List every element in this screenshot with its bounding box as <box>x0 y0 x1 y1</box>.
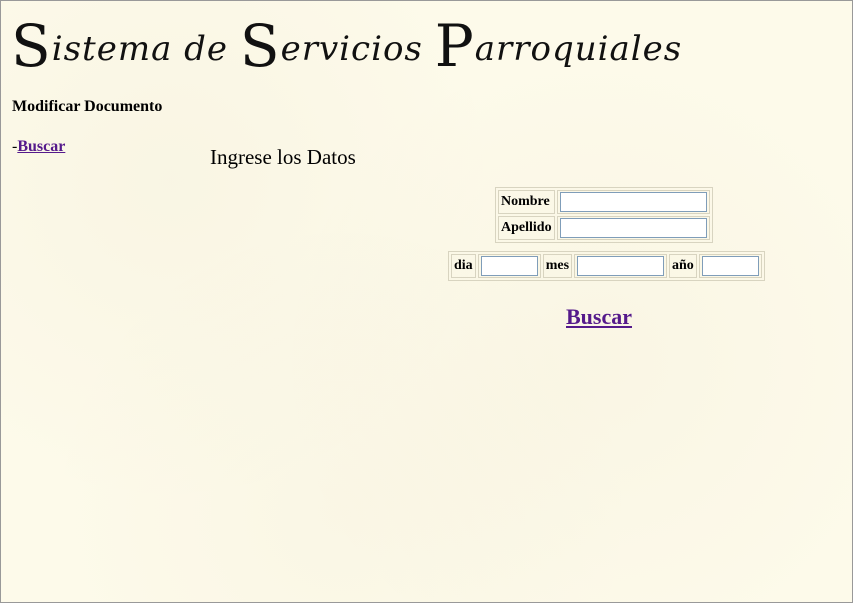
date-form-table: dia mes año <box>448 251 765 281</box>
year-input[interactable] <box>701 256 759 276</box>
name-row: Nombre <box>498 190 710 214</box>
form-heading: Ingrese los Datos <box>210 145 356 169</box>
site-title-part-1: Sistema de <box>11 12 240 80</box>
name-input[interactable] <box>559 192 707 212</box>
month-input[interactable] <box>577 256 665 276</box>
name-form-table: Nombre Apellido <box>495 187 713 243</box>
month-label: mes <box>542 254 573 278</box>
year-label: año <box>669 254 697 278</box>
surname-input[interactable] <box>559 218 707 238</box>
surname-row: Apellido <box>498 216 710 240</box>
day-input[interactable] <box>480 256 538 276</box>
surname-label: Apellido <box>498 216 555 240</box>
surname-cell <box>556 216 710 240</box>
site-title-part-2: Servicios <box>239 12 435 80</box>
nav-search-link[interactable]: Buscar <box>17 138 65 155</box>
year-cell <box>698 254 762 278</box>
nav-search: -Buscar <box>12 138 65 156</box>
name-cell <box>556 190 710 214</box>
name-label: Nombre <box>498 190 555 214</box>
month-cell <box>574 254 668 278</box>
date-row: dia mes año <box>451 254 762 278</box>
site-title: Sistema de Servicios Parroquiales <box>11 11 681 81</box>
site-title-part-3: Parroquiales <box>434 12 683 80</box>
day-label: dia <box>451 254 476 278</box>
section-title: Modificar Documento <box>12 98 163 115</box>
search-submit-link[interactable]: Buscar <box>566 304 632 330</box>
day-cell <box>477 254 541 278</box>
